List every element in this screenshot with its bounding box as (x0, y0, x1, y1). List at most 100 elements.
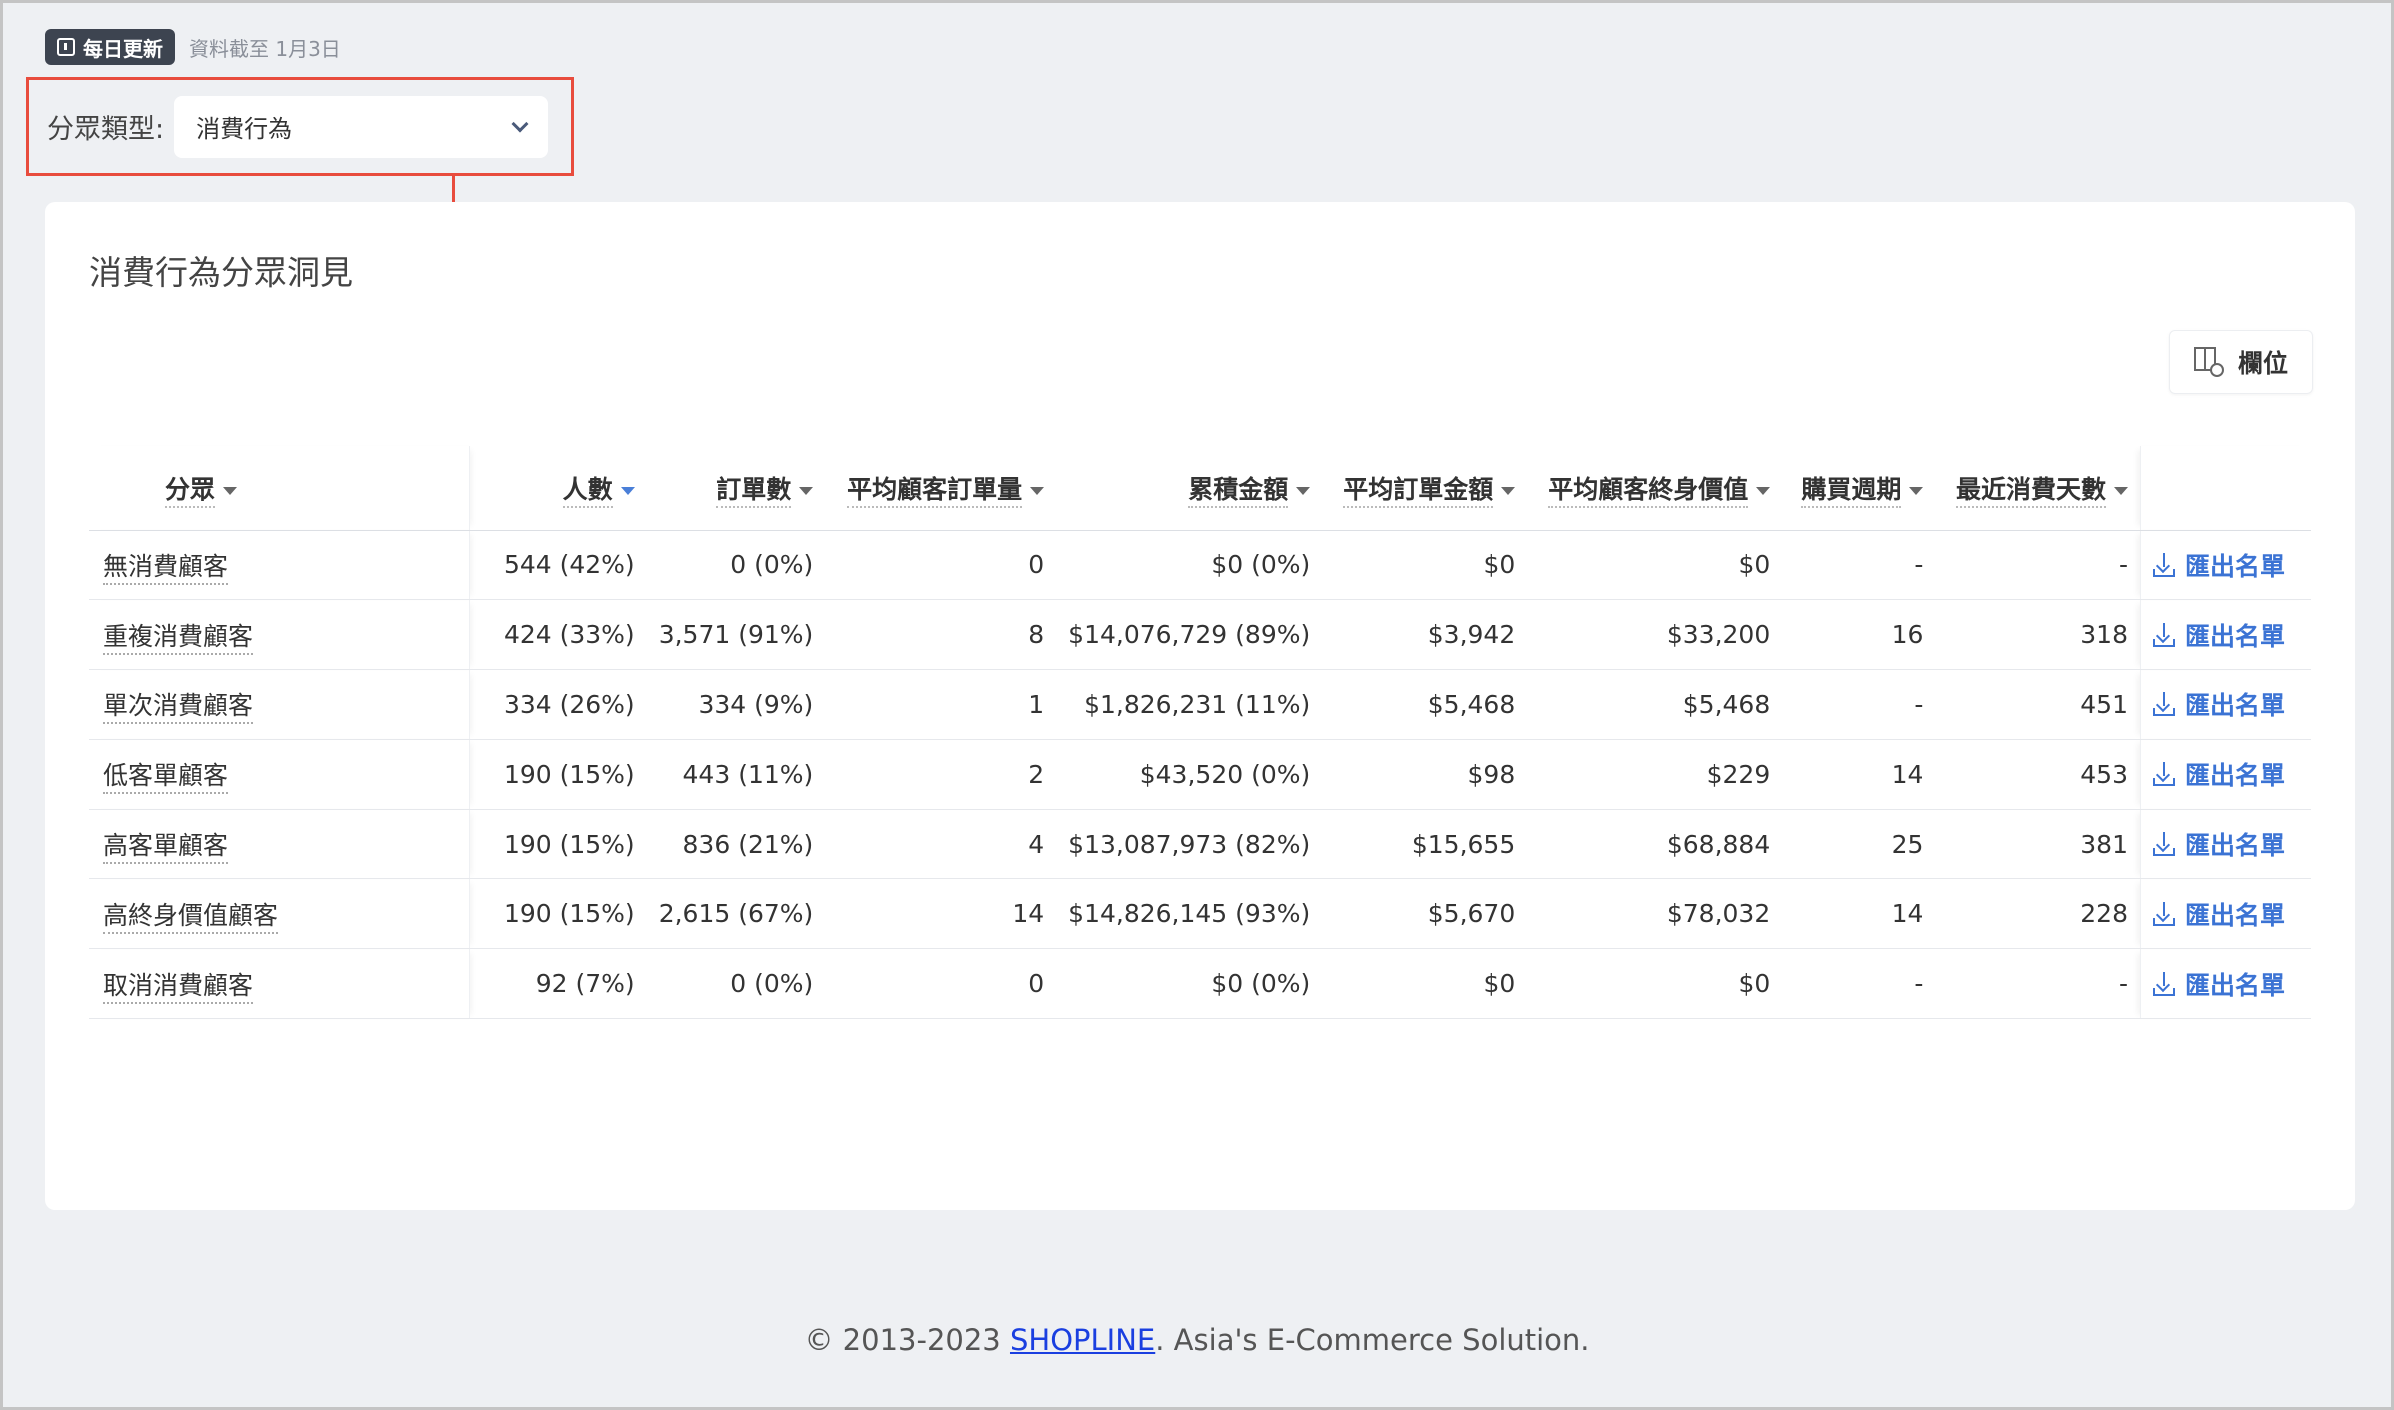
segment-type-select[interactable]: 消費行為 (174, 95, 549, 158)
column-settings-icon (2193, 347, 2224, 377)
segment-name-cell[interactable]: 低客單顧客 (89, 739, 470, 810)
cell-orders: 0 (0%) (646, 948, 826, 1020)
table-row: 單次消費顧客 334 (26%) 334 (9%) 1 $1,826,231 (11%)… (89, 669, 2311, 740)
table-row: 取消消費顧客 92 (7%) 0 (0%) 0 $0 (0%) $0 $0- - 匯出名單 (89, 948, 2311, 1020)
export-list-button[interactable]: 匯出名單 (2152, 617, 2285, 653)
cell-people: 424 (33%) (469, 599, 647, 671)
cell-people: 190 (15%) (469, 878, 647, 950)
download-icon (2152, 552, 2175, 577)
columns-button[interactable]: 欄位 (2169, 330, 2313, 394)
sort-caret-icon (2113, 486, 2128, 495)
cell-avg-order-amount: $5,468 (1322, 669, 1528, 740)
cell-purchase-cycle: 25 (1782, 809, 1936, 880)
export-list-button[interactable]: 匯出名單 (2152, 756, 2285, 792)
cell-recent-days: 228 (1935, 878, 2141, 950)
cell-avg-order-amount: $98 (1322, 739, 1528, 810)
segment-name-cell[interactable]: 高客單顧客 (89, 809, 470, 880)
cell-avg-ltv: $229 (1527, 739, 1783, 810)
cell-avg-order-amount: $0 (1322, 530, 1528, 601)
actions-cell: 匯出名單 (2139, 878, 2311, 950)
export-list-button[interactable]: 匯出名單 (2152, 966, 2285, 1002)
segment-name-cell[interactable]: 高終身價值顧客 (89, 878, 470, 950)
cell-purchase-cycle: - (1782, 948, 1936, 1020)
cell-total-amount: $1,826,231 (11%) (1056, 669, 1323, 740)
header-avg-order-amount[interactable]: 平均訂單金額 (1322, 446, 1528, 531)
cell-recent-days: 318 (1935, 599, 2141, 671)
actions-cell: 匯出名單 (2139, 809, 2311, 880)
cell-avg-orders: 2 (825, 739, 1057, 810)
download-icon (2152, 832, 2175, 857)
badge-label: 每日更新 (83, 36, 163, 61)
cell-avg-order-amount: $15,655 (1322, 809, 1528, 880)
cell-orders: 3,571 (91%) (646, 599, 826, 671)
header-avg-ltv[interactable]: 平均顧客終身價值 (1527, 446, 1783, 531)
cell-total-amount: $14,076,729 (89%) (1056, 599, 1323, 671)
cell-purchase-cycle: - (1782, 669, 1936, 740)
cell-avg-ltv: $33,200 (1527, 599, 1783, 671)
header-people[interactable]: 人數 (469, 446, 647, 531)
cell-avg-ltv: $78,032 (1527, 878, 1783, 950)
cell-total-amount: $13,087,973 (82%) (1056, 809, 1323, 880)
segment-type-filter: 分眾類型: 消費行為 (26, 77, 574, 176)
export-list-button[interactable]: 匯出名單 (2152, 896, 2285, 932)
sort-caret-icon (1030, 486, 1045, 495)
cell-total-amount: $43,520 (0%) (1056, 739, 1323, 810)
shopline-link[interactable]: SHOPLINE (1010, 1323, 1155, 1357)
actions-cell: 匯出名單 (2139, 599, 2311, 671)
chevron-down-icon (511, 115, 529, 132)
cell-total-amount: $14,826,145 (93%) (1056, 878, 1323, 950)
actions-cell: 匯出名單 (2139, 669, 2311, 740)
header-orders[interactable]: 訂單數 (646, 446, 826, 531)
header-purchase-cycle[interactable]: 購買週期 (1782, 446, 1936, 531)
data-cutoff-text: 資料截至 1月3日 (189, 36, 341, 61)
cell-recent-days: 381 (1935, 809, 2141, 880)
export-list-button[interactable]: 匯出名單 (2152, 547, 2285, 583)
cell-avg-ltv: $68,884 (1527, 809, 1783, 880)
sort-caret-icon (1501, 486, 1516, 495)
cell-avg-orders: 1 (825, 669, 1057, 740)
cell-purchase-cycle: - (1782, 530, 1936, 601)
cell-people: 334 (26%) (469, 669, 647, 740)
segment-name-cell[interactable]: 重複消費顧客 (89, 599, 470, 671)
cell-avg-order-amount: $5,670 (1322, 878, 1528, 950)
cell-avg-orders: 8 (825, 599, 1057, 671)
download-icon (2152, 901, 2175, 926)
table-row: 無消費顧客 544 (42%) 0 (0%) 0 $0 (0%) $0 $0- - 匯出名單 (89, 530, 2311, 601)
header-segment[interactable]: 分眾 (89, 446, 470, 531)
footer: © 2013-2023 SHOPLINE. Asia's E-Commerce … (804, 1323, 1590, 1357)
header-total-amount[interactable]: 累積金額 (1056, 446, 1323, 531)
segment-name-cell[interactable]: 無消費顧客 (89, 530, 470, 601)
cell-purchase-cycle: 14 (1782, 739, 1936, 810)
cell-avg-order-amount: $3,942 (1322, 599, 1528, 671)
download-icon (2152, 692, 2175, 717)
daily-update-badge: 每日更新 (45, 29, 175, 65)
cell-avg-orders: 14 (825, 878, 1057, 950)
cell-avg-ltv: $0 (1527, 530, 1783, 601)
cell-purchase-cycle: 14 (1782, 878, 1936, 950)
table-header-row: 分眾 人數 訂單數 平均顧客訂單量 累積金額 平均訂單金額 平均顧客終身價值 購… (89, 446, 2311, 531)
cell-people: 190 (15%) (469, 739, 647, 810)
cell-recent-days: 453 (1935, 739, 2141, 810)
cell-avg-orders: 0 (825, 530, 1057, 601)
actions-cell: 匯出名單 (2139, 530, 2311, 601)
table-row: 高終身價值顧客 190 (15%) 2,615 (67%) 14 $14,826,145… (89, 878, 2311, 950)
header-avg-orders[interactable]: 平均顧客訂單量 (825, 446, 1057, 531)
export-list-button[interactable]: 匯出名單 (2152, 686, 2285, 722)
cell-total-amount: $0 (0%) (1056, 530, 1323, 601)
segment-type-label: 分眾類型: (47, 114, 165, 145)
actions-cell: 匯出名單 (2139, 739, 2311, 810)
segment-name-cell[interactable]: 單次消費顧客 (89, 669, 470, 740)
actions-cell: 匯出名單 (2139, 948, 2311, 1020)
cell-people: 544 (42%) (469, 530, 647, 601)
header-recent-days[interactable]: 最近消費天數 (1935, 446, 2141, 531)
cell-avg-ltv: $5,468 (1527, 669, 1783, 740)
table-row: 重複消費顧客 424 (33%) 3,571 (91%) 8 $14,076,729 (… (89, 599, 2311, 671)
table-row: 低客單顧客 190 (15%) 443 (11%) 2 $43,520 (0%) $98 $… (89, 739, 2311, 810)
segment-name-cell[interactable]: 取消消費顧客 (89, 948, 470, 1020)
header-actions (2139, 446, 2311, 531)
sort-caret-icon (1296, 486, 1311, 495)
export-list-button[interactable]: 匯出名單 (2152, 826, 2285, 862)
calendar-icon (57, 38, 75, 56)
insights-card: 消費行為分眾洞見 欄位 分眾 人數 訂單數 平均顧客訂單量 累積金額 平均訂單金… (45, 202, 2355, 1210)
download-icon (2152, 762, 2175, 787)
